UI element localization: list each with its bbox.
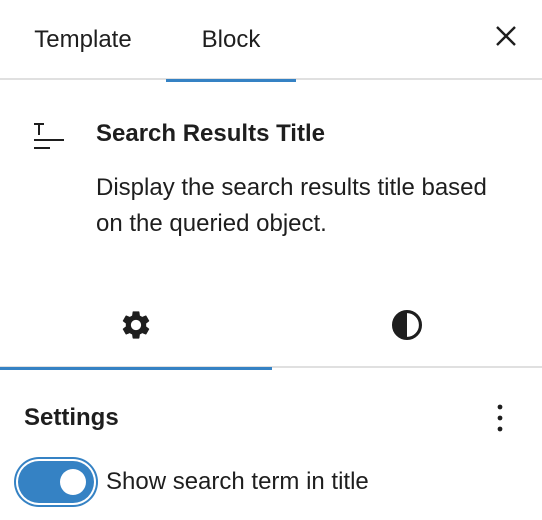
block-title: Search Results Title bbox=[96, 120, 325, 147]
tab-settings[interactable] bbox=[0, 282, 272, 370]
title-icon bbox=[34, 123, 64, 149]
block-inspector-panel: Template Block Search Results Title Disp… bbox=[0, 0, 542, 520]
tab-template-label: Template bbox=[34, 26, 132, 53]
block-description: Display the search results title based o… bbox=[96, 174, 487, 237]
vertical-ellipsis-icon bbox=[497, 404, 503, 432]
tab-block-label: Block bbox=[201, 26, 261, 53]
settings-title: Settings bbox=[24, 404, 119, 431]
toggle-label[interactable]: Show search term in title bbox=[106, 468, 369, 496]
more-options-button[interactable] bbox=[488, 400, 512, 436]
block-card: Search Results Title Display the search … bbox=[0, 82, 542, 282]
tab-template[interactable]: Template bbox=[0, 0, 166, 80]
search-term-toggle[interactable] bbox=[18, 461, 94, 503]
settings-panel: Settings Show search term in title bbox=[0, 370, 542, 520]
half-circle-icon bbox=[391, 309, 423, 341]
sidebar-tabs: Template Block bbox=[0, 0, 542, 82]
close-icon bbox=[496, 26, 516, 46]
gear-icon bbox=[122, 311, 150, 339]
toggle-knob bbox=[60, 469, 86, 495]
tab-block[interactable]: Block bbox=[166, 0, 296, 82]
search-term-toggle-row: Show search term in title bbox=[18, 460, 369, 504]
inspector-sub-tabs bbox=[0, 282, 542, 370]
tab-styles[interactable] bbox=[272, 282, 542, 368]
close-button[interactable] bbox=[488, 18, 524, 54]
